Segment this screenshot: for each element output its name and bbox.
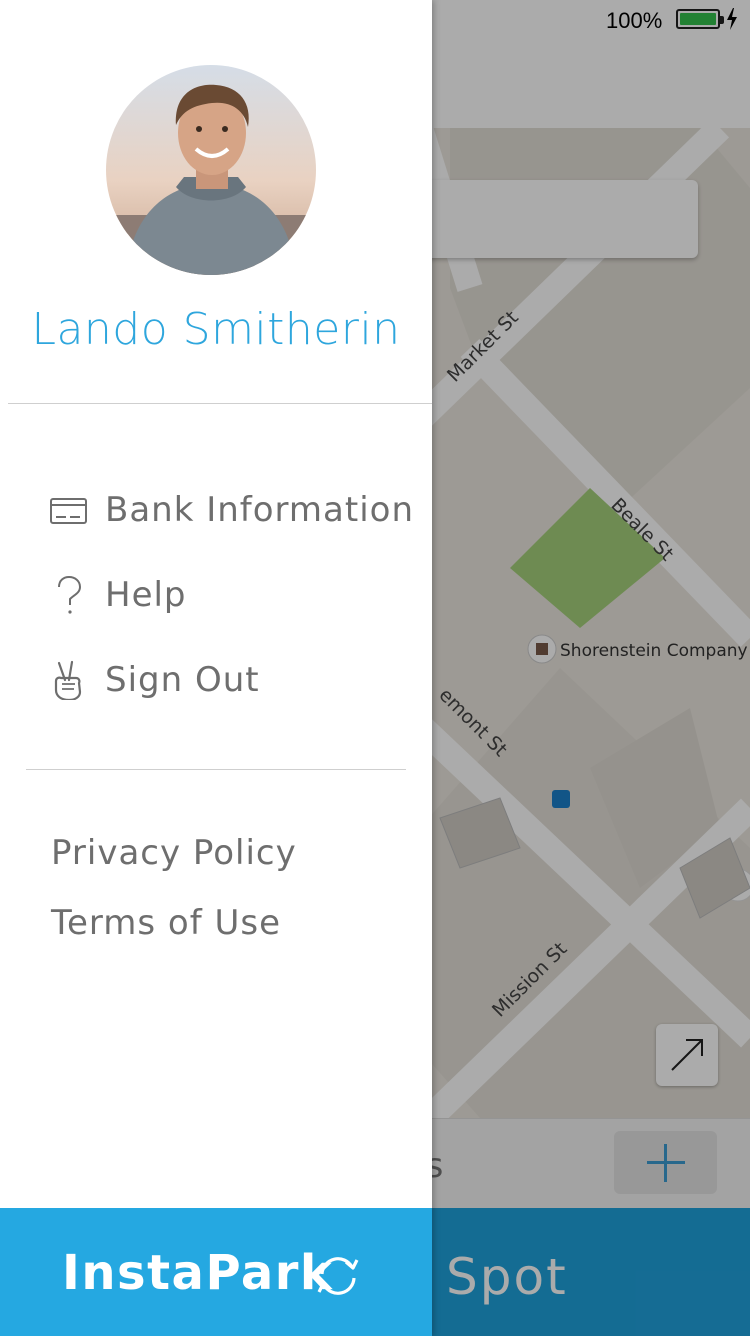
question-mark-icon [58, 575, 82, 614]
refresh-icon[interactable] [312, 1250, 364, 1302]
divider [26, 769, 406, 770]
avatar[interactable] [106, 65, 316, 275]
privacy-policy-link[interactable]: Privacy Policy [51, 833, 297, 873]
divider [8, 403, 432, 404]
user-name: Lando Smitherin [31, 304, 401, 355]
menu-item-label: Bank Information [105, 490, 415, 530]
peace-hand-icon [54, 660, 82, 700]
menu-item-label: Help [105, 575, 187, 615]
terms-of-use-link[interactable]: Terms of Use [51, 903, 281, 943]
side-drawer: Lando Smitherin Bank Information Help Si… [0, 0, 432, 1336]
menu-item-label: Sign Out [105, 660, 260, 700]
credit-card-icon [50, 498, 87, 524]
menu-item-sign-out[interactable]: Sign Out [50, 652, 420, 708]
brand-logo-text: InstaPark [62, 1245, 334, 1301]
menu-item-help[interactable]: Help [50, 567, 420, 623]
menu-item-bank-information[interactable]: Bank Information [50, 482, 420, 538]
